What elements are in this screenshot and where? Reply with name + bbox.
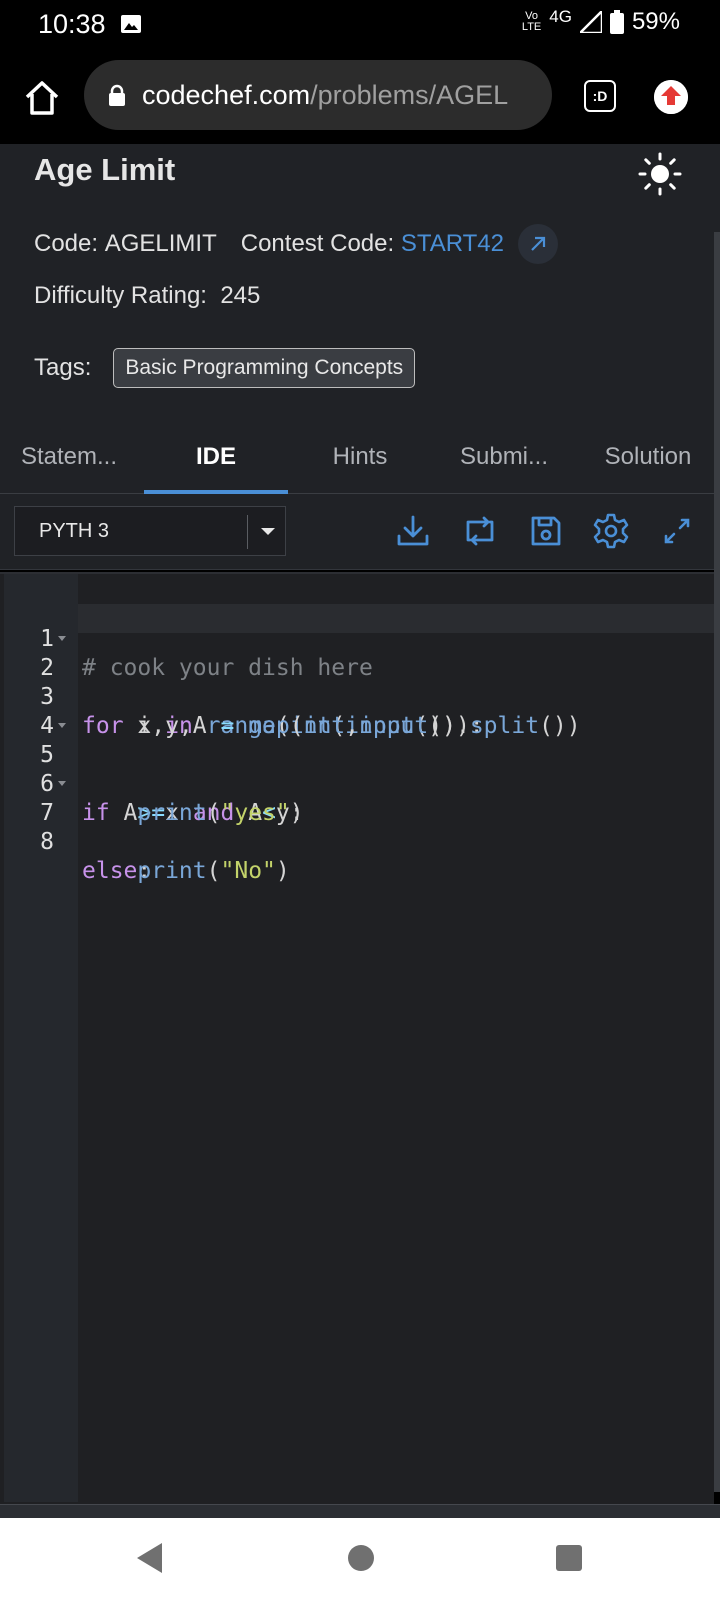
code-line[interactable]: 4: [0, 683, 714, 739]
code-label: Code:: [34, 230, 99, 257]
code-line[interactable]: 8 print("No"): [0, 799, 714, 884]
code-line[interactable]: 5 if A>=x and A<y:: [0, 712, 714, 826]
fold-arrow-icon[interactable]: [58, 781, 66, 786]
difficulty-label: Difficulty Rating:: [34, 282, 207, 309]
save-icon[interactable]: [527, 512, 565, 550]
difficulty-row: Difficulty Rating: 245: [34, 282, 260, 310]
status-indicators: Vo LTE 4G 59%: [521, 7, 680, 36]
status-bar: 10:38 Vo LTE 4G 59%: [0, 0, 720, 52]
external-link-icon: [531, 236, 546, 251]
tag-chip[interactable]: Basic Programming Concepts: [113, 348, 416, 388]
tab-switcher-button[interactable]: :D: [584, 80, 616, 112]
network-type: 4G: [549, 7, 572, 26]
contest-label: Contest Code:: [240, 230, 395, 257]
page-title: Age Limit: [34, 152, 176, 187]
home-icon[interactable]: [22, 78, 62, 118]
language-select[interactable]: PYTH 3: [14, 506, 286, 556]
back-icon[interactable]: [137, 1543, 162, 1573]
signal-icon: [579, 11, 602, 33]
fold-arrow-icon[interactable]: [58, 723, 66, 728]
chevron-down-icon: [261, 528, 275, 535]
problem-header: Age Limit Code: AGELIMIT Contest Code: S…: [0, 144, 720, 426]
battery-percent: 59%: [631, 8, 680, 35]
editor-bottom-bar: [0, 1504, 720, 1518]
code-line[interactable]: 7 else:: [0, 770, 714, 884]
gallery-notification-icon: [121, 15, 141, 33]
url-path: /problems/AGEL: [310, 79, 509, 110]
ide-toolbar: PYTH 3: [0, 494, 720, 570]
volte-icon: Vo LTE: [521, 10, 542, 33]
page-scrollbar[interactable]: [714, 232, 720, 1492]
difficulty-value: 245: [220, 282, 261, 309]
select-divider: [247, 515, 248, 549]
theme-toggle-sun-icon[interactable]: [638, 152, 682, 196]
tab-submissions[interactable]: Submi...: [432, 420, 576, 494]
home-circle-icon[interactable]: [348, 1545, 374, 1571]
problem-tabs: Statem... IDE Hints Submi... Solution: [0, 420, 720, 494]
contest-code-link[interactable]: START42: [401, 230, 504, 258]
code-line[interactable]: 6 print("yes"): [0, 741, 714, 826]
url-bar[interactable]: codechef.com/problems/AGEL: [84, 60, 552, 130]
tab-hints[interactable]: Hints: [288, 420, 432, 494]
download-icon[interactable]: [394, 512, 432, 550]
browser-toolbar: codechef.com/problems/AGEL :D: [0, 52, 720, 144]
code-line[interactable]: 2 for i in range(int(input())):: [0, 625, 714, 739]
tags-label: Tags:: [34, 354, 92, 381]
code-line[interactable]: 3 x,y,A = map(int,input().split()): [0, 654, 714, 739]
tab-ide[interactable]: IDE: [144, 420, 288, 494]
contest-external-link-button[interactable]: [518, 224, 558, 264]
update-button[interactable]: [654, 80, 688, 114]
fullscreen-icon[interactable]: [658, 512, 696, 550]
fold-arrow-icon[interactable]: [58, 636, 66, 641]
url-domain: codechef.com: [142, 79, 311, 110]
reset-code-icon[interactable]: [461, 512, 499, 550]
arrow-up-icon: [654, 80, 688, 114]
line-number: 8: [40, 829, 54, 855]
tags-row: Tags: Basic Programming Concepts: [34, 348, 416, 388]
code-value: AGELIMIT: [104, 230, 217, 257]
language-value: PYTH 3: [39, 519, 110, 542]
tab-solution[interactable]: Solution: [576, 420, 720, 494]
recents-square-icon[interactable]: [556, 1545, 582, 1571]
settings-gear-icon[interactable]: [592, 512, 630, 550]
battery-icon: [609, 10, 624, 34]
problem-code-row: Code: AGELIMIT Contest Code: START42: [34, 224, 558, 264]
tab-statement[interactable]: Statem...: [0, 420, 138, 494]
lock-icon: [109, 84, 125, 106]
code-editor[interactable]: 1 # cook your dish here 2 for i in range…: [0, 572, 714, 1504]
status-time: 10:38: [38, 9, 106, 39]
system-navigation-bar: [0, 1518, 720, 1600]
code-line[interactable]: 1 # cook your dish here: [0, 596, 714, 681]
